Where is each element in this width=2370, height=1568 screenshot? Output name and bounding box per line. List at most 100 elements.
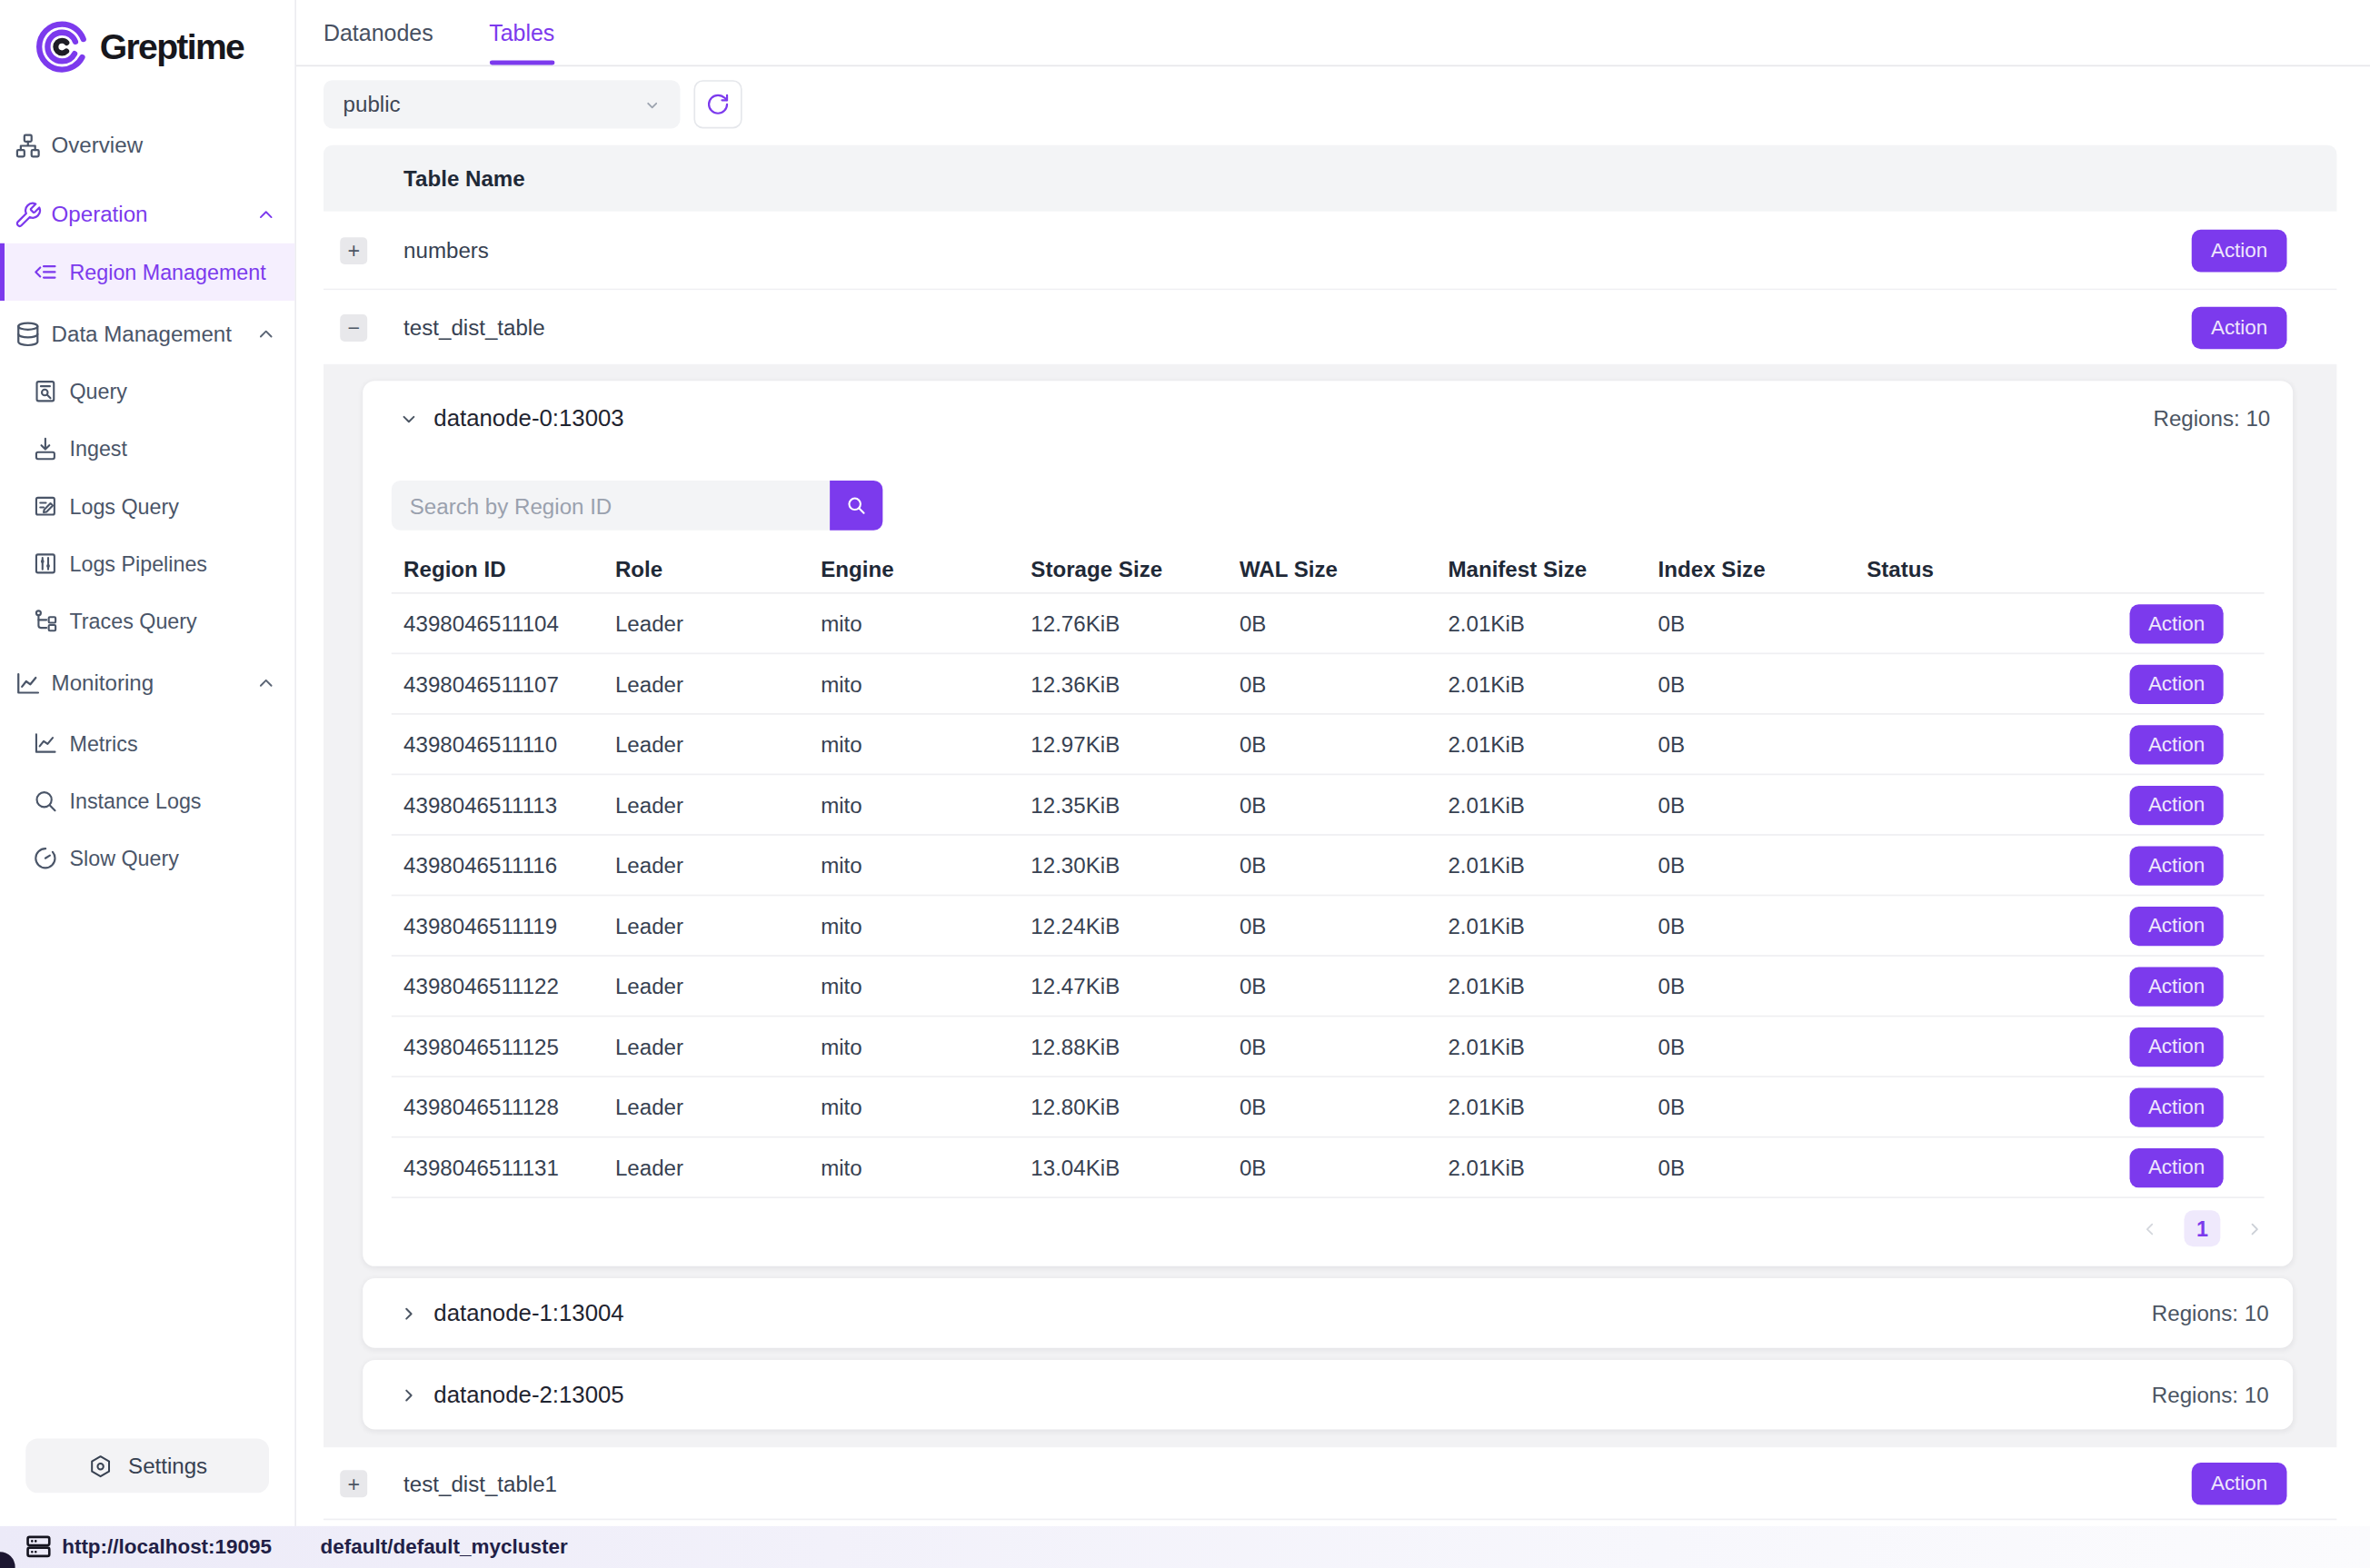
region-row: 4398046511113Leadermito12.35KiB0B2.01KiB… [392,775,2265,836]
region-cell: 0B [1240,1095,1449,1119]
region-action-button[interactable]: Action [2130,1087,2224,1126]
collapse-button[interactable]: − [340,313,367,341]
settings-icon [87,1453,113,1478]
sidebar-item-label: Traces Query [70,609,197,633]
region-action-button[interactable]: Action [2130,967,2224,1006]
next-page-icon[interactable] [2245,1218,2265,1238]
region-cell: Leader [615,611,821,636]
region-cell: 12.76KiB [1031,611,1240,636]
region-action-button[interactable]: Action [2130,785,2224,824]
gauge-icon [32,845,59,872]
database-select-value: public [344,92,401,116]
region-cell: 4398046511113 [392,792,615,817]
region-cell: 0B [1658,913,1867,938]
status-url: http://localhost:19095 [62,1535,272,1558]
region-cell: 0B [1240,974,1449,998]
database-select[interactable]: public [324,80,681,128]
region-cell: 2.01KiB [1448,792,1658,817]
sidebar-item-query[interactable]: Query [0,362,294,420]
region-cell: 12.88KiB [1031,1035,1240,1059]
table-row-numbers: + numbers Action [324,212,2336,290]
sidebar-item-monitoring[interactable]: Monitoring [0,654,294,711]
table-action-button[interactable]: Action [2192,1462,2287,1504]
region-cell: 0B [1658,611,1867,636]
datanode-card-1[interactable]: datanode-1:13004 Regions: 10 [363,1278,2293,1348]
refresh-button[interactable] [693,80,742,128]
region-cell: 0B [1658,1156,1867,1180]
region-cell: 0B [1240,1156,1449,1180]
sidebar-item-overview[interactable]: Overview [0,116,294,174]
sidebar-item-logs-query[interactable]: Logs Query [0,478,294,535]
region-cell: mito [821,1035,1031,1059]
region-cell: Leader [615,792,821,817]
column-header: Region ID [392,557,615,581]
region-row: 4398046511104Leadermito12.76KiB0B2.01KiB… [392,594,2265,655]
datanode-card-header[interactable]: datanode-0:13003 Regions: 10 [392,392,2265,444]
tab-tables[interactable]: Tables [489,0,554,65]
region-row: 4398046511107Leadermito12.36KiB0B2.01KiB… [392,654,2265,715]
region-cell: 12.80KiB [1031,1095,1240,1119]
table-action-button[interactable]: Action [2192,306,2287,349]
refresh-icon [706,92,731,116]
settings-button[interactable]: Settings [25,1438,269,1493]
region-search-input[interactable] [392,481,830,531]
region-cell: mito [821,853,1031,878]
corner-dot [0,1552,15,1568]
sidebar-item-label: Logs Query [70,494,179,519]
tab-datanodes[interactable]: Datanodes [324,0,433,65]
region-cell: 4398046511116 [392,853,615,878]
table-action-button[interactable]: Action [2192,229,2287,272]
datanode-card-2[interactable]: datanode-2:13005 Regions: 10 [363,1360,2293,1430]
region-search-button[interactable] [830,481,882,531]
sidebar-item-operation[interactable]: Operation [0,186,294,243]
region-action-button[interactable]: Action [2130,1027,2224,1066]
region-cell: 12.24KiB [1031,913,1240,938]
settings-label: Settings [128,1454,207,1478]
sidebar-item-logs-pipelines[interactable]: Logs Pipelines [0,535,294,592]
region-row: 4398046511119Leadermito12.24KiB0B2.01KiB… [392,896,2265,957]
expand-button[interactable]: + [340,1470,367,1497]
region-cell: Leader [615,1095,821,1119]
sidebar-item-label: Operation [52,203,148,227]
sidebar-item-slow-query[interactable]: Slow Query [0,829,294,887]
region-action-button[interactable]: Action [2130,664,2224,703]
expand-button[interactable]: + [340,236,367,263]
region-cell: 12.35KiB [1031,792,1240,817]
region-row: 4398046511122Leadermito12.47KiB0B2.01KiB… [392,957,2265,1017]
column-header: Storage Size [1031,557,1240,581]
datanode-title: datanode-2:13005 [433,1381,623,1408]
region-cell: 0B [1658,1035,1867,1059]
brand-logo: Greptime [0,0,294,87]
region-cell: 2.01KiB [1448,1095,1658,1119]
prev-page-icon[interactable] [2140,1218,2160,1238]
region-cell: mito [821,974,1031,998]
sidebar-item-label: Monitoring [52,670,154,695]
toolbar: public [324,80,2370,128]
page-number[interactable]: 1 [2184,1210,2220,1246]
region-cell: 0B [1240,611,1449,636]
region-cell: 0B [1240,732,1449,757]
sidebar-item-traces-query[interactable]: Traces Query [0,592,294,650]
sidebar-item-metrics[interactable]: Metrics [0,715,294,772]
search-icon [845,494,868,517]
region-action-button[interactable]: Action [2130,1147,2224,1186]
region-action-button[interactable]: Action [2130,906,2224,945]
chart-line-icon [12,668,42,698]
region-cell: mito [821,732,1031,757]
region-cell: Leader [615,1035,821,1059]
region-cell: Leader [615,732,821,757]
region-cell: 0B [1240,792,1449,817]
region-action-button[interactable]: Action [2130,846,2224,885]
region-cell: 2.01KiB [1448,671,1658,696]
sidebar-item-data-management[interactable]: Data Management [0,305,294,362]
sidebar-item-ingest[interactable]: Ingest [0,420,294,477]
region-cell: 2.01KiB [1448,853,1658,878]
region-cell: 0B [1658,853,1867,878]
region-action-button[interactable]: Action [2130,725,2224,764]
sidebar-item-region-management[interactable]: Region Management [0,243,294,301]
region-cell: 0B [1240,913,1449,938]
sidebar-item-label: Data Management [52,322,232,346]
region-action-button[interactable]: Action [2130,603,2224,642]
sidebar-item-instance-logs[interactable]: Instance Logs [0,772,294,829]
region-cell: 2.01KiB [1448,611,1658,636]
